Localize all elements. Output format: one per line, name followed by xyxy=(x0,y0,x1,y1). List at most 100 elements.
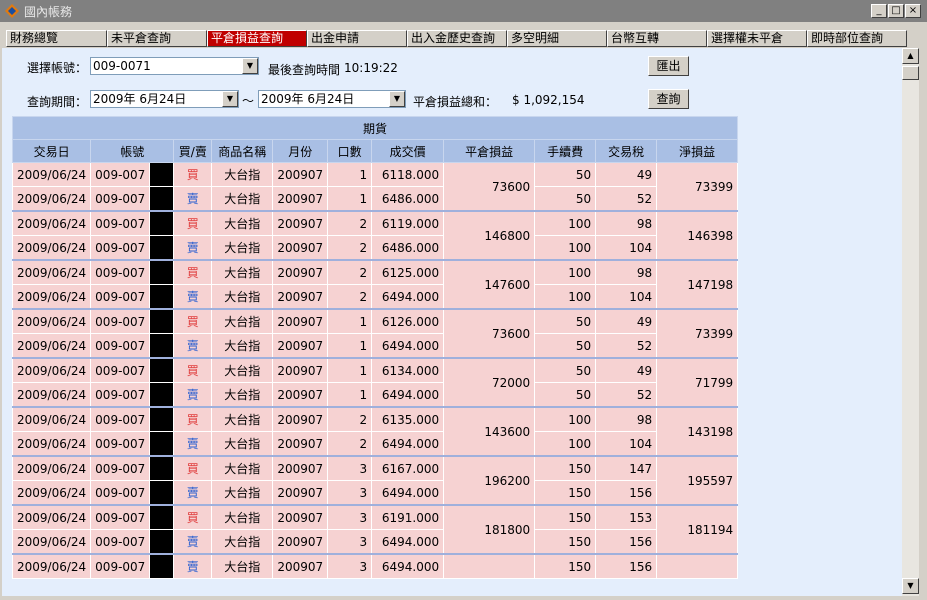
table-row[interactable]: 2009/06/24 009-007 賣大台指 200907 3 6494.000 150 1… xyxy=(11,529,738,555)
vertical-scrollbar[interactable]: ▲ ▼ xyxy=(902,48,919,596)
chevron-down-icon[interactable]: ▼ xyxy=(389,91,405,107)
cell-tax: 153 xyxy=(595,504,658,530)
cell-price: 6486.000 xyxy=(371,235,445,261)
cell-tax: 49 xyxy=(595,357,658,383)
cell-redacted xyxy=(149,308,175,334)
table-row[interactable]: 2009/06/24 009-007 賣大台指 200907 2 6486.000 100 1… xyxy=(11,235,738,261)
cell-product: 大台指 xyxy=(211,308,274,334)
table-row[interactable]: 2009/06/24 009-007 賣大台指 200907 1 6494.000 50 52 xyxy=(11,382,738,408)
cell-price: 6118.000 xyxy=(371,162,445,187)
cell-tax: 49 xyxy=(595,308,658,334)
tab-long-short[interactable]: 多空明細 xyxy=(507,30,607,47)
table-row[interactable]: 2009/06/24 009-007 買大台指 200907 2 6119.000 1468… xyxy=(11,210,739,261)
window-title: 國內帳務 xyxy=(24,5,73,19)
scroll-down-icon[interactable]: ▼ xyxy=(902,578,919,594)
date-to-picker[interactable]: 2009年 6月24日 ▼ xyxy=(258,90,406,108)
tab-closed-pnl[interactable]: 平倉損益查詢 xyxy=(207,30,307,47)
window-border-right xyxy=(919,48,927,600)
cell-account: 009-007 xyxy=(90,382,151,408)
cell-fee: 50 xyxy=(534,308,597,334)
table-row[interactable]: 2009/06/24 009-007 買大台指 200907 1 6134.000 7200… xyxy=(11,357,739,408)
closed-pnl-table: 期貨 交易日 帳號 買/賣 商品名稱 月份 口數 成交價 平倉損益 手續費 交易稅 淨損益 2009/0… xyxy=(11,116,739,579)
table-row[interactable]: 2009/06/24 009-007 買大台指 200907 3 6191.000 1818… xyxy=(11,504,739,555)
tab-fund-history[interactable]: 出入金歷史查詢 xyxy=(407,30,507,47)
query-button[interactable]: 查詢 xyxy=(648,89,689,109)
cell-side: 賣 xyxy=(173,480,213,506)
cell-trade-date: 2009/06/24 xyxy=(11,431,92,457)
tab-realtime-position[interactable]: 即時部位查詢 xyxy=(807,30,907,47)
table-row[interactable]: 2009/06/24 009-007 賣大台指 200907 1 6486.000 50 52 xyxy=(11,186,738,212)
cell-qty: 2 xyxy=(327,259,373,285)
cell-month: 200907 xyxy=(272,431,329,457)
tab-financial-overview[interactable]: 財務總覽 xyxy=(6,30,107,47)
cell-side: 賣 xyxy=(173,186,213,212)
column-header-account[interactable]: 帳號 xyxy=(90,139,175,163)
table-row[interactable]: 2009/06/24 009-007 買大台指 200907 2 6135.000 1436… xyxy=(11,406,739,457)
cell-qty: 1 xyxy=(327,333,373,359)
cell-redacted xyxy=(149,406,175,432)
cell-month: 200907 xyxy=(272,210,329,236)
cell-month: 200907 xyxy=(272,455,329,481)
column-header-net-pnl[interactable]: 淨損益 xyxy=(656,139,739,163)
minimize-button[interactable]: _ xyxy=(871,4,887,18)
tab-open-positions[interactable]: 未平倉查詢 xyxy=(107,30,207,47)
column-header-closed-pnl[interactable]: 平倉損益 xyxy=(443,139,536,163)
tab-withdrawal[interactable]: 出金申請 xyxy=(307,30,407,47)
tab-options-open[interactable]: 選擇權未平倉 xyxy=(707,30,807,47)
cell-tax: 156 xyxy=(595,480,658,506)
cell-net-pnl: 71799 xyxy=(656,357,739,408)
column-header-month[interactable]: 月份 xyxy=(272,139,329,163)
maximize-button[interactable]: □ xyxy=(888,4,904,18)
cell-redacted xyxy=(149,455,175,481)
cell-price: 6494.000 xyxy=(371,284,445,310)
account-value: 009-0071 xyxy=(93,59,151,73)
cell-trade-date: 2009/06/24 xyxy=(11,235,92,261)
table-row[interactable]: 2009/06/24 009-007 賣大台指 200907 2 6494.000 100 1… xyxy=(11,284,738,310)
chevron-down-icon[interactable]: ▼ xyxy=(242,58,258,74)
close-button[interactable]: × xyxy=(905,4,921,18)
column-header-trade-date[interactable]: 交易日 xyxy=(11,139,92,163)
cell-account: 009-007 xyxy=(90,529,151,555)
column-header-side[interactable]: 買/賣 xyxy=(173,139,213,163)
chevron-down-icon[interactable]: ▼ xyxy=(222,91,238,107)
column-header-price[interactable]: 成交價 xyxy=(371,139,445,163)
table-row[interactable]: 2009/06/24 009-007 買大台指 200907 1 6118.000 7360… xyxy=(11,162,739,212)
account-select[interactable]: 009-0071 ▼ xyxy=(90,57,259,75)
content-panel: 選擇帳號： 009-0071 ▼ 最後查詢時間 10:19:22 匯出 查詢期間… xyxy=(2,48,902,596)
cell-qty: 1 xyxy=(327,186,373,212)
cell-price: 6494.000 xyxy=(371,480,445,506)
table-row[interactable]: 2009/06/24 009-007 賣大台指 200907 3 6494.000 150 1… xyxy=(11,553,739,579)
cell-side: 賣 xyxy=(173,284,213,310)
cell-fee: 150 xyxy=(534,480,597,506)
column-header-product[interactable]: 商品名稱 xyxy=(211,139,274,163)
cell-redacted xyxy=(149,504,175,530)
tab-twd-exchange[interactable]: 台幣互轉 xyxy=(607,30,707,47)
cell-qty: 2 xyxy=(327,235,373,261)
cell-closed-pnl: 181800 xyxy=(443,504,536,555)
column-header-fee[interactable]: 手續費 xyxy=(534,139,597,163)
table-row[interactable]: 2009/06/24 009-007 買大台指 200907 1 6126.000 7360… xyxy=(11,308,739,359)
scroll-thumb[interactable] xyxy=(902,66,919,80)
account-label: 選擇帳號： xyxy=(27,61,88,75)
scroll-up-icon[interactable]: ▲ xyxy=(902,48,919,64)
table-row[interactable]: 2009/06/24 009-007 賣大台指 200907 2 6494.000 100 1… xyxy=(11,431,738,457)
table-row[interactable]: 2009/06/24 009-007 買大台指 200907 3 6167.000 1962… xyxy=(11,455,739,506)
cell-product: 大台指 xyxy=(211,480,274,506)
cell-product: 大台指 xyxy=(211,382,274,408)
column-header-tax[interactable]: 交易稅 xyxy=(595,139,658,163)
cell-qty: 2 xyxy=(327,210,373,236)
export-button[interactable]: 匯出 xyxy=(648,56,689,76)
column-header-qty[interactable]: 口數 xyxy=(327,139,373,163)
table-row[interactable]: 2009/06/24 009-007 賣大台指 200907 1 6494.000 50 52 xyxy=(11,333,738,359)
cell-fee: 150 xyxy=(534,455,597,481)
table-row[interactable]: 2009/06/24 009-007 買大台指 200907 2 6125.000 1476… xyxy=(11,259,739,310)
cell-net-pnl: 143198 xyxy=(656,406,739,457)
cell-fee: 100 xyxy=(534,284,597,310)
cell-qty: 1 xyxy=(327,382,373,408)
cell-fee: 100 xyxy=(534,406,597,432)
cell-month: 200907 xyxy=(272,529,329,555)
date-from-picker[interactable]: 2009年 6月24日 ▼ xyxy=(90,90,239,108)
cell-tax: 104 xyxy=(595,431,658,457)
cell-closed-pnl: 196200 xyxy=(443,455,536,506)
table-row[interactable]: 2009/06/24 009-007 賣大台指 200907 3 6494.000 150 1… xyxy=(11,480,738,506)
